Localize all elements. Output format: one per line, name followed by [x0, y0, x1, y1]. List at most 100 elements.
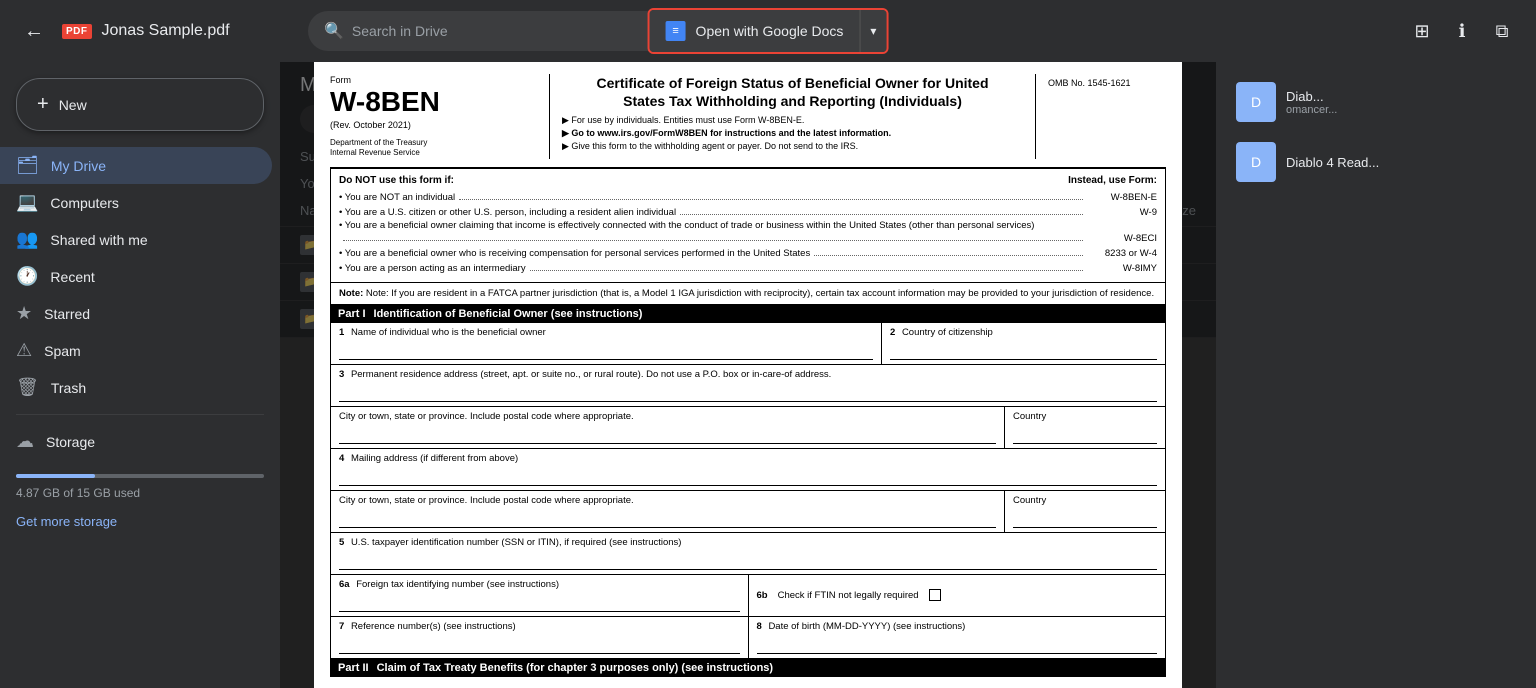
- grid-view-icon-button[interactable]: ⊞: [1404, 13, 1440, 49]
- part-1-label: Part I: [338, 308, 366, 320]
- field-1-num: 1: [339, 327, 344, 338]
- form-name: W-8BEN: [330, 86, 537, 118]
- field-3-country-input[interactable]: [1013, 428, 1157, 444]
- right-panel: D Diab... omancer... D Diablo 4 Read...: [1216, 62, 1536, 688]
- form-row-4: 4 Mailing address (if different from abo…: [330, 449, 1166, 533]
- do-not-row: • You are a beneficial owner claiming th…: [339, 220, 1157, 244]
- sidebar-item-computers[interactable]: 💻 Computers: [0, 184, 272, 221]
- sidebar-item-recent[interactable]: 🕐 Recent: [0, 258, 272, 295]
- do-not-title: Do NOT use this form if:: [339, 175, 454, 186]
- field-1-input[interactable]: [339, 344, 873, 360]
- sidebar-item-label: Storage: [46, 434, 95, 450]
- do-not-row: • You are NOT an individual W-8BEN-E: [339, 190, 1157, 203]
- field-1: 1 Name of individual who is the benefici…: [331, 323, 882, 364]
- field-8: 8 Date of birth (MM-DD-YYYY) (see instru…: [749, 617, 1166, 658]
- right-panel-item[interactable]: D Diab... omancer...: [1228, 74, 1524, 130]
- open-with-label: Open with Google Docs: [696, 23, 844, 39]
- field-6a-label: Foreign tax identifying number (see inst…: [356, 579, 559, 590]
- note-section: Note: Note: If you are resident in a FAT…: [330, 283, 1166, 305]
- form-header: Form W-8BEN (Rev. October 2021) Departme…: [330, 74, 1166, 169]
- field-3-input[interactable]: [339, 386, 1157, 402]
- dropdown-arrow-icon: ▾: [870, 24, 876, 38]
- field-6b-checkbox[interactable]: [929, 589, 941, 601]
- main-area: + New 🗂 My Drive 💻 Computers 👥 Shared wi…: [0, 62, 1536, 688]
- docs-icon: ≡: [666, 21, 686, 41]
- note-text: Note: If you are resident in a FATCA par…: [366, 288, 1154, 299]
- back-button[interactable]: ←: [16, 13, 52, 49]
- right-panel-item[interactable]: D Diablo 4 Read...: [1228, 134, 1524, 190]
- back-icon: ←: [24, 20, 44, 43]
- omb-number: OMB No. 1545-1621: [1048, 78, 1131, 88]
- field-2-input[interactable]: [890, 344, 1157, 360]
- sidebar-item-my-drive[interactable]: 🗂 My Drive: [0, 147, 272, 184]
- pdf-icon: PDF: [62, 24, 92, 39]
- sidebar-item-trash[interactable]: 🗑 Trash: [0, 369, 272, 406]
- field-7-label: Reference number(s) (see instructions): [351, 621, 516, 632]
- do-not-row: • You are a beneficial owner who is rece…: [339, 246, 1157, 259]
- storage-bar-background: [16, 474, 264, 478]
- field-7-input[interactable]: [339, 638, 740, 654]
- sidebar-item-spam[interactable]: ⚠ Spam: [0, 332, 272, 369]
- field-4-city: City or town, state or province. Include…: [331, 491, 1005, 532]
- part-1-title: Identification of Beneficial Owner (see …: [374, 308, 643, 320]
- form-row-1-2: 1 Name of individual who is the benefici…: [330, 323, 1166, 365]
- form-instructions: ▶ For use by individuals. Entities must …: [562, 114, 1023, 152]
- rp-item-label: Diablo 4 Read...: [1286, 155, 1379, 170]
- part-1-header: Part I Identification of Beneficial Owne…: [330, 305, 1166, 323]
- field-3-city-input[interactable]: [339, 428, 996, 444]
- info-icon: ℹ: [1459, 21, 1466, 42]
- form-left: Form W-8BEN (Rev. October 2021) Departme…: [330, 74, 550, 159]
- rp-item-text: Diab... omancer...: [1286, 89, 1337, 116]
- new-button[interactable]: + New: [16, 78, 264, 131]
- rp-item-label: Diab...: [1286, 89, 1337, 104]
- field-4-country-input[interactable]: [1013, 512, 1157, 528]
- storage-bar-fill: [16, 474, 95, 478]
- field-5-input[interactable]: [339, 554, 1157, 570]
- field-3-country: Country: [1005, 407, 1165, 448]
- sidebar-item-shared-with-me[interactable]: 👥 Shared with me: [0, 221, 272, 258]
- form-row-5: 5 U.S. taxpayer identification number (S…: [330, 533, 1166, 575]
- rp-item-sublabel: omancer...: [1286, 104, 1337, 116]
- clock-icon: 🕐: [16, 266, 38, 287]
- topbar: ← PDF Jonas Sample.pdf 🔍 ≡ Open with Goo…: [0, 0, 1536, 62]
- field-8-input[interactable]: [757, 638, 1158, 654]
- open-with-google-docs-button[interactable]: ≡ Open with Google Docs: [650, 10, 860, 52]
- star-icon: ★: [16, 303, 32, 324]
- new-label: New: [59, 97, 87, 113]
- info-icon-button[interactable]: ℹ: [1444, 13, 1480, 49]
- form-center: Certificate of Foreign Status of Benefic…: [550, 74, 1036, 159]
- open-new-window-icon: ⧉: [1496, 21, 1509, 42]
- field-2: 2 Country of citizenship: [882, 323, 1165, 364]
- sidebar: + New 🗂 My Drive 💻 Computers 👥 Shared wi…: [0, 62, 280, 688]
- field-4-label: Mailing address (if different from above…: [351, 453, 518, 464]
- computer-icon: 💻: [16, 192, 38, 213]
- field-4-country: Country: [1005, 491, 1165, 532]
- search-icon: 🔍: [324, 21, 344, 41]
- sidebar-item-label: My Drive: [51, 158, 106, 174]
- field-6b: 6b Check if FTIN not legally required: [749, 575, 1166, 616]
- open-new-window-button[interactable]: ⧉: [1484, 13, 1520, 49]
- open-with-dropdown-button[interactable]: ▾: [859, 10, 886, 52]
- form-dept: Department of the Treasury Internal Reve…: [330, 138, 537, 159]
- form-main-title: Certificate of Foreign Status of Benefic…: [562, 74, 1023, 110]
- field-4-city-country: City or town, state or province. Include…: [331, 491, 1165, 532]
- field-7: 7 Reference number(s) (see instructions): [331, 617, 749, 658]
- field-6a-input[interactable]: [339, 596, 740, 612]
- do-not-row: • You are a U.S. citizen or other U.S. p…: [339, 205, 1157, 218]
- content-area: My Drive Type ▾ Last modified ▾ Suggeste…: [280, 62, 1216, 688]
- instead-title: Instead, use Form:: [1068, 175, 1157, 186]
- sidebar-item-storage[interactable]: ☁ Storage: [0, 423, 272, 460]
- spam-icon: ⚠: [16, 340, 32, 361]
- form-row-3: 3 Permanent residence address (street, a…: [330, 365, 1166, 449]
- field-4-city-input[interactable]: [339, 512, 996, 528]
- topbar-right: ⊞ ℹ ⧉: [1404, 13, 1520, 49]
- field-4-input[interactable]: [339, 470, 1157, 486]
- form-right: OMB No. 1545-1621: [1036, 74, 1166, 159]
- sidebar-item-starred[interactable]: ★ Starred: [0, 295, 272, 332]
- sidebar-item-label: Spam: [44, 343, 81, 359]
- sidebar-item-label: Computers: [50, 195, 118, 211]
- storage-bar: 4.87 GB of 15 GB used: [0, 460, 280, 510]
- sidebar-item-label: Recent: [50, 269, 94, 285]
- get-more-storage-link[interactable]: Get more storage: [0, 510, 280, 533]
- part-2-title: Claim of Tax Treaty Benefits (for chapte…: [377, 662, 774, 674]
